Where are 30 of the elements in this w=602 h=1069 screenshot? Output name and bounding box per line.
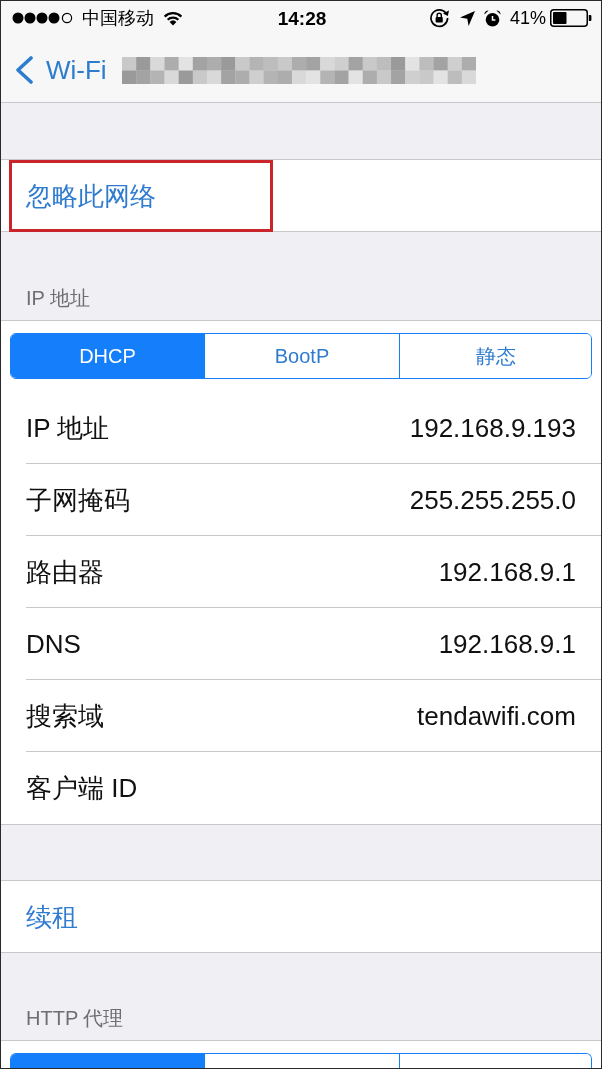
- location-arrow-icon: [459, 10, 475, 26]
- setting-label: 子网掩码: [26, 486, 130, 513]
- setting-label: DNS: [26, 630, 81, 657]
- setting-value: 192.168.9.193: [409, 414, 576, 441]
- rotation-lock-icon: [428, 8, 450, 28]
- segment-tab[interactable]: [11, 1054, 204, 1068]
- alarm-clock-icon: [483, 9, 501, 27]
- setting-value: 192.168.9.1: [438, 630, 576, 657]
- chevron-left-icon: [15, 56, 33, 84]
- setting-label: 客户端 ID: [26, 775, 138, 801]
- segment-tab[interactable]: 静态: [399, 334, 591, 378]
- forget-network-link[interactable]: 忽略此网络: [26, 183, 156, 209]
- clock-time: 14:28: [277, 8, 327, 28]
- setting-value: tendawifi.com: [417, 702, 576, 729]
- wifi-icon: [163, 10, 183, 26]
- carrier-name: 中国移动: [82, 9, 154, 27]
- battery-icon: [550, 9, 592, 27]
- battery-percent: 41%: [509, 9, 546, 27]
- segment-tab[interactable]: [399, 1054, 591, 1068]
- section-header: HTTP 代理: [26, 1008, 124, 1028]
- section-header: IP 地址: [26, 288, 91, 308]
- setting-value: 192.168.9.1: [438, 558, 576, 585]
- renew-lease-link[interactable]: 续租: [26, 903, 78, 930]
- segment-tab[interactable]: DHCP: [11, 334, 204, 378]
- setting-value: 255.255.255.0: [409, 486, 576, 513]
- setting-label: 搜索域: [26, 702, 104, 729]
- back-button[interactable]: Wi-Fi: [15, 56, 107, 84]
- setting-label: IP 地址: [26, 414, 110, 441]
- signal-dots-icon: [12, 12, 74, 24]
- setting-label: 路由器: [26, 558, 104, 585]
